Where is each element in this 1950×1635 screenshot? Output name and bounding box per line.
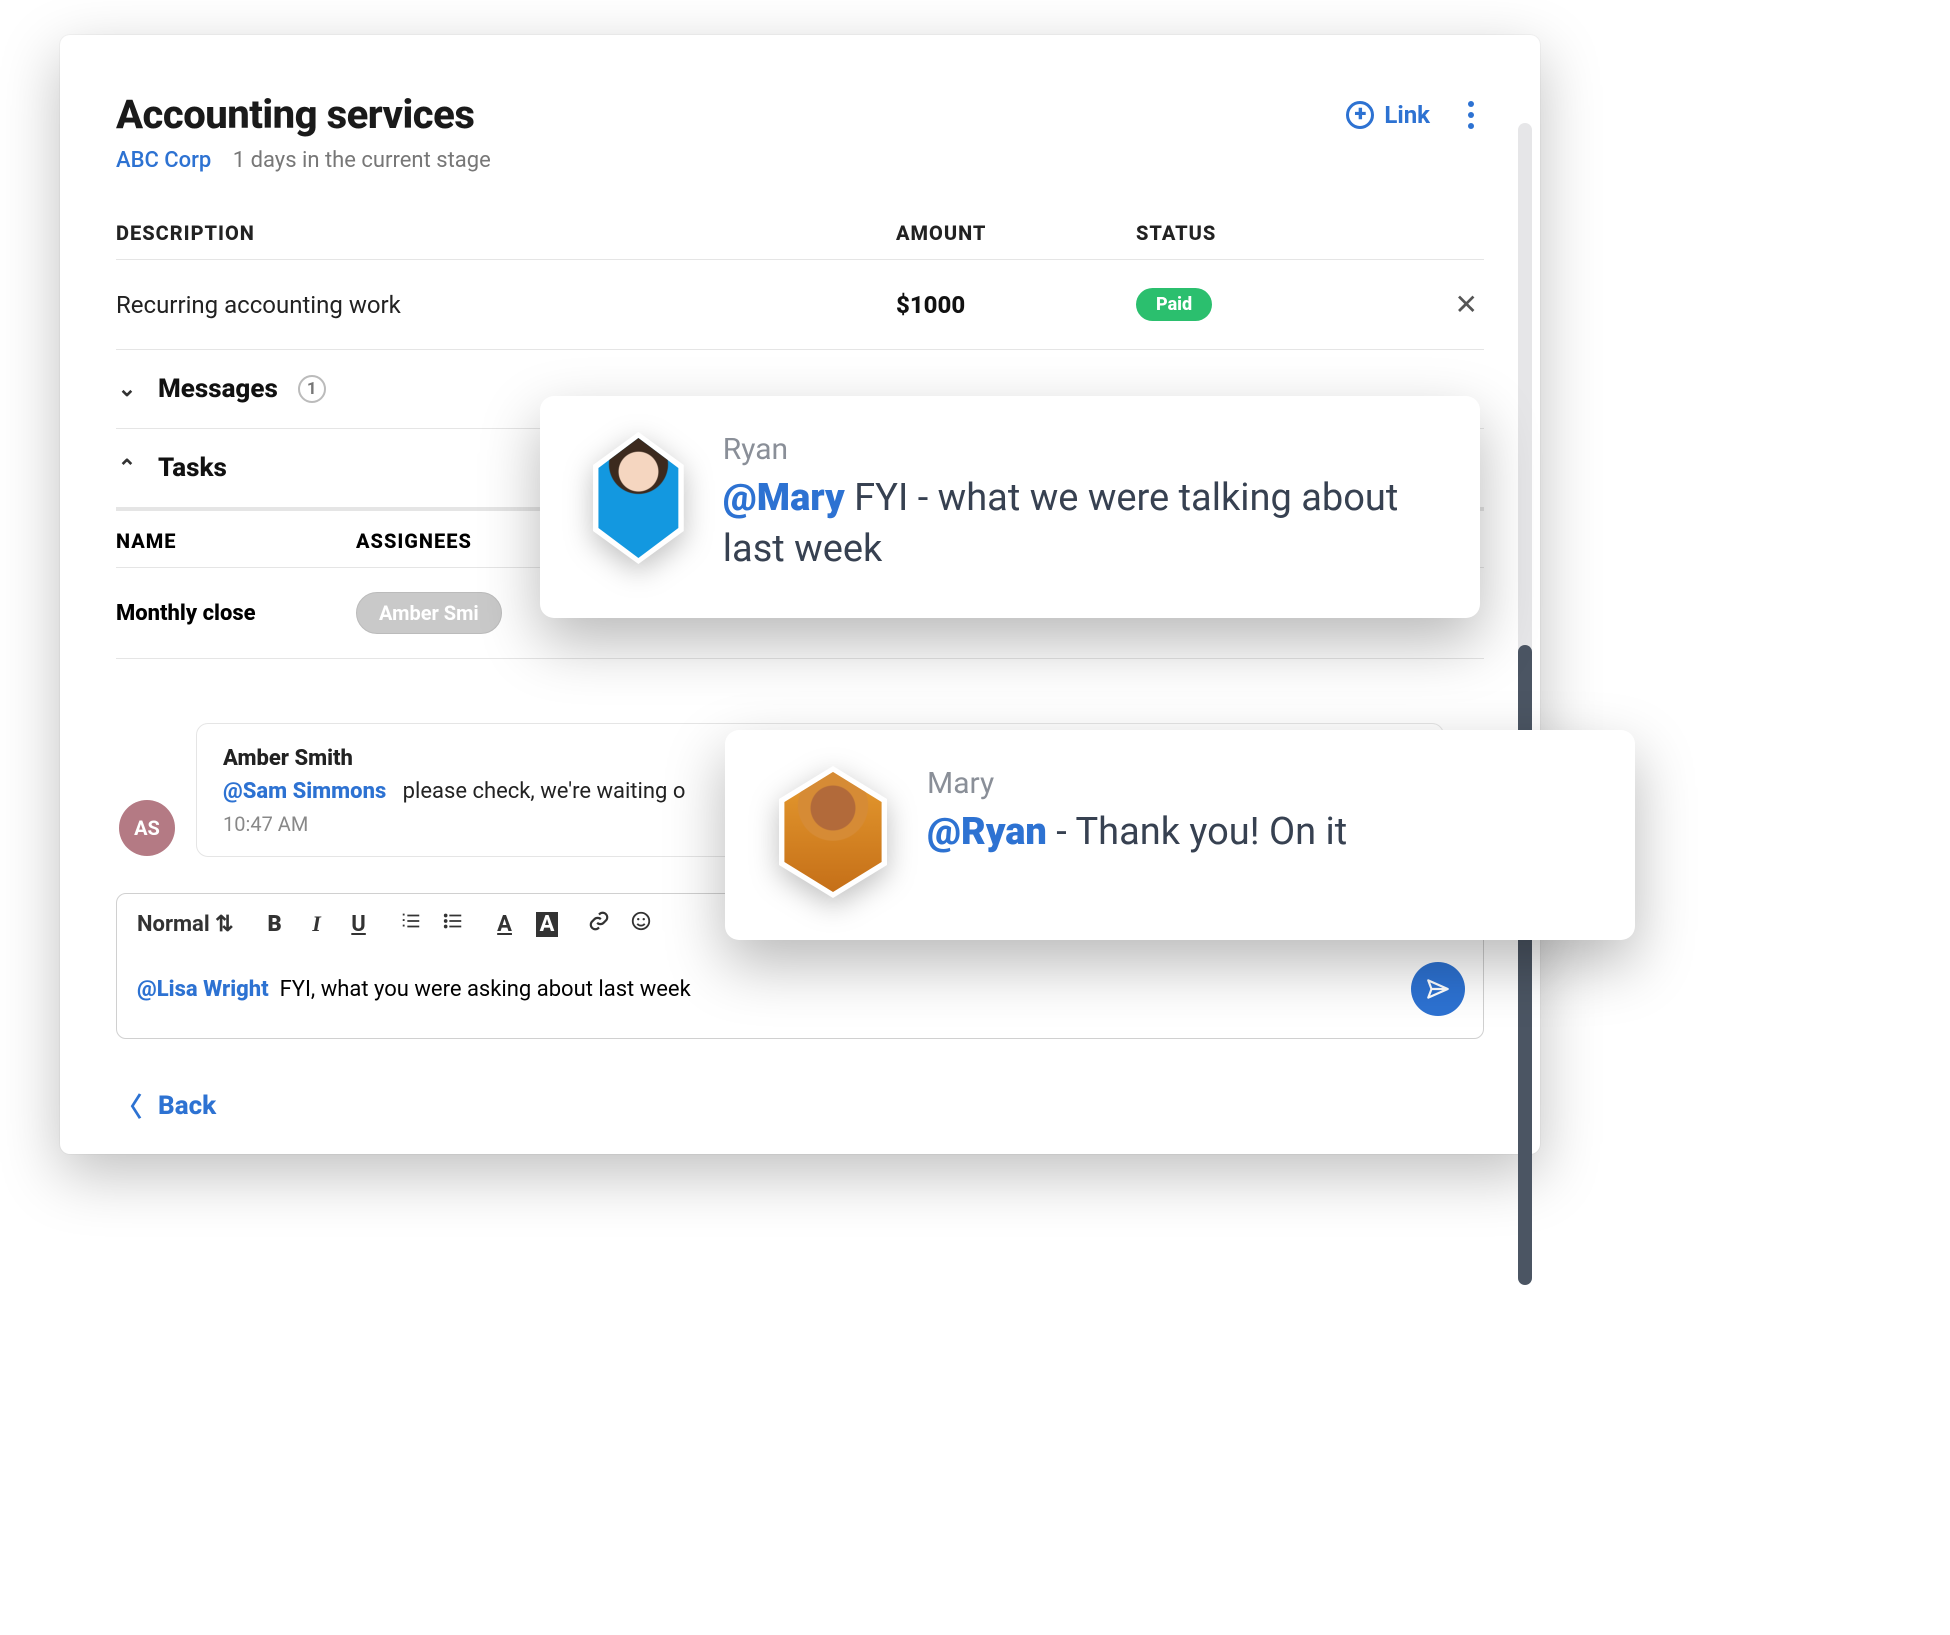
send-icon	[1425, 976, 1451, 1002]
link-insert-button[interactable]	[588, 910, 610, 938]
back-label: Back	[158, 1091, 216, 1121]
more-menu-button[interactable]	[1458, 97, 1484, 133]
plus-circle-icon: +	[1346, 101, 1374, 129]
message-mention[interactable]: @Sam Simmons	[223, 779, 386, 804]
text-color-button[interactable]: A	[494, 912, 516, 937]
link-button[interactable]: + Link	[1346, 101, 1430, 129]
status-badge: Paid	[1136, 288, 1212, 321]
bullet-list-button[interactable]	[442, 910, 464, 938]
compose-input[interactable]: @Lisa Wright FYI, what you were asking a…	[137, 977, 691, 1002]
line-item-description: Recurring accounting work	[116, 291, 896, 319]
avatar: AS	[119, 800, 175, 856]
col-status: STATUS	[1136, 221, 1484, 245]
emoji-icon	[630, 910, 652, 932]
underline-button[interactable]: U	[348, 912, 370, 937]
italic-button[interactable]: I	[306, 911, 328, 937]
chat-bubble-ryan: Ryan @Mary FYI - what we were talking ab…	[540, 396, 1480, 618]
chevron-down-icon: ⌄	[116, 377, 138, 402]
avatar-hex	[773, 766, 893, 898]
style-dropdown[interactable]: Normal ⇅	[137, 912, 234, 937]
tasks-label: Tasks	[158, 453, 227, 483]
messages-count: 1	[298, 375, 326, 403]
messages-label: Messages	[158, 374, 278, 404]
bold-button[interactable]: B	[264, 912, 286, 937]
avatar-image	[779, 772, 887, 892]
compose-mention[interactable]: @Lisa Wright	[137, 977, 269, 1002]
chevron-up-icon: ⌃	[116, 456, 138, 481]
col-amount: AMOUNT	[896, 221, 1136, 245]
chevron-left-icon: 〈	[116, 1087, 142, 1124]
line-item-headers: DESCRIPTION AMOUNT STATUS	[116, 221, 1484, 260]
highlight-button[interactable]: A	[536, 912, 559, 937]
chat-bubble-mary: Mary @Ryan - Thank you! On it	[725, 730, 1635, 940]
compose-body-text: FYI, what you were asking about last wee…	[280, 977, 691, 1002]
ordered-list-icon	[400, 910, 422, 932]
company-link[interactable]: ABC Corp	[116, 148, 211, 173]
page-title: Accounting services	[116, 91, 491, 138]
bubble-mention[interactable]: @Ryan	[927, 810, 1047, 854]
sort-icon: ⇅	[215, 912, 233, 937]
send-button[interactable]	[1411, 962, 1465, 1016]
remove-line-item-button[interactable]: ✕	[1449, 288, 1484, 321]
stage-text: 1 days in the current stage	[233, 148, 491, 173]
line-item-row: Recurring accounting work $1000 Paid ✕	[116, 260, 1484, 350]
avatar-image	[594, 438, 683, 558]
bubble-text: - Thank you! On it	[1047, 810, 1347, 854]
bullet-list-icon	[442, 910, 464, 932]
task-col-name: NAME	[116, 529, 356, 553]
col-description: DESCRIPTION	[116, 221, 896, 245]
task-name: Monthly close	[116, 601, 356, 626]
bubble-from: Ryan	[723, 432, 1432, 467]
ordered-list-button[interactable]	[400, 910, 422, 938]
link-button-label: Link	[1384, 101, 1430, 129]
line-item-amount: $1000	[896, 291, 1136, 319]
back-button[interactable]: 〈 Back	[116, 1087, 1484, 1124]
emoji-button[interactable]	[630, 910, 652, 938]
link-icon	[588, 910, 610, 932]
assignee-chip[interactable]: Amber Smi	[356, 592, 502, 634]
avatar-hex	[588, 432, 689, 564]
bubble-mention[interactable]: @Mary	[723, 476, 845, 520]
bubble-from: Mary	[927, 766, 1347, 801]
message-body: please check, we're waiting o	[403, 779, 686, 804]
